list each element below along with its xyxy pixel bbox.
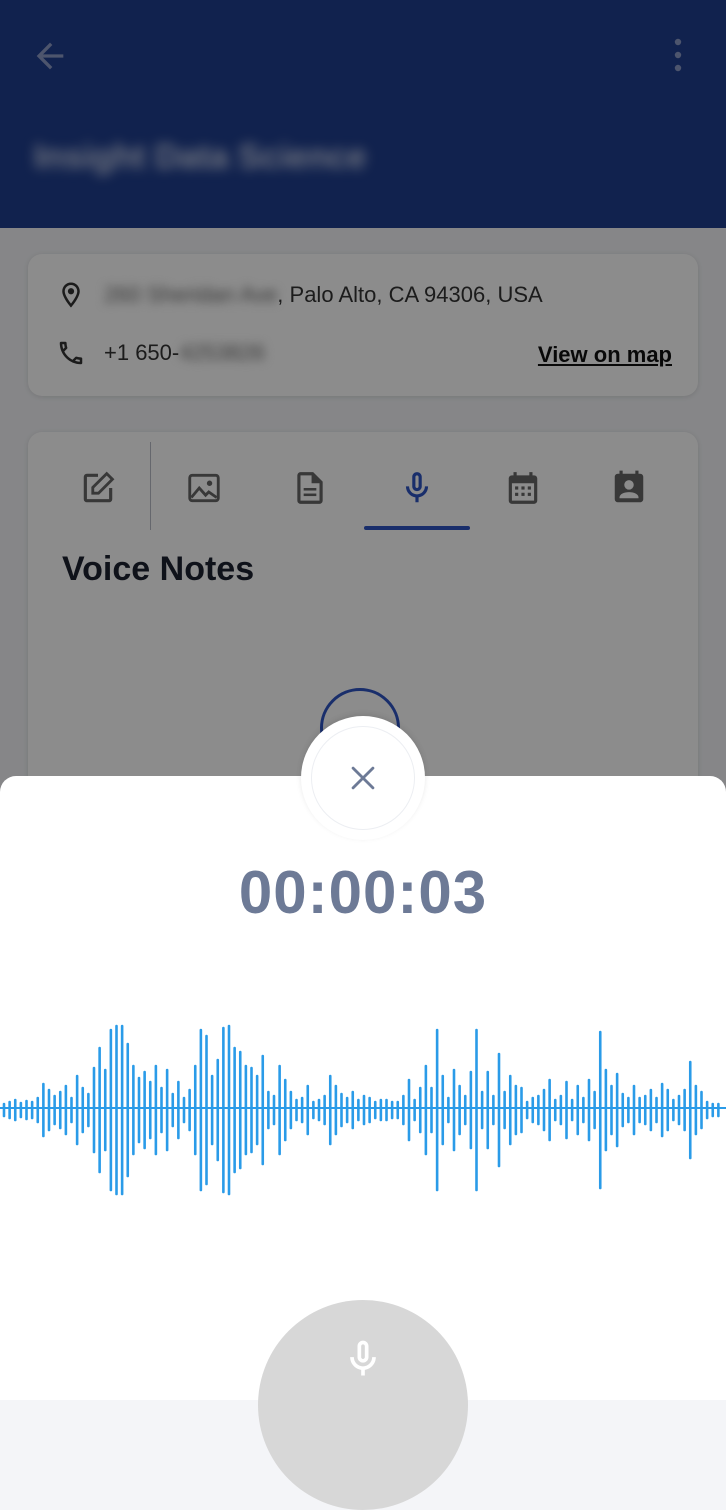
close-recorder-button[interactable] bbox=[301, 716, 425, 840]
close-button-inner bbox=[311, 726, 415, 830]
record-button[interactable] bbox=[258, 1300, 468, 1510]
recording-timer: 00:00:03 bbox=[238, 859, 488, 926]
audio-waveform bbox=[0, 1024, 726, 1196]
close-icon bbox=[351, 766, 375, 790]
microphone-icon bbox=[350, 1340, 376, 1376]
